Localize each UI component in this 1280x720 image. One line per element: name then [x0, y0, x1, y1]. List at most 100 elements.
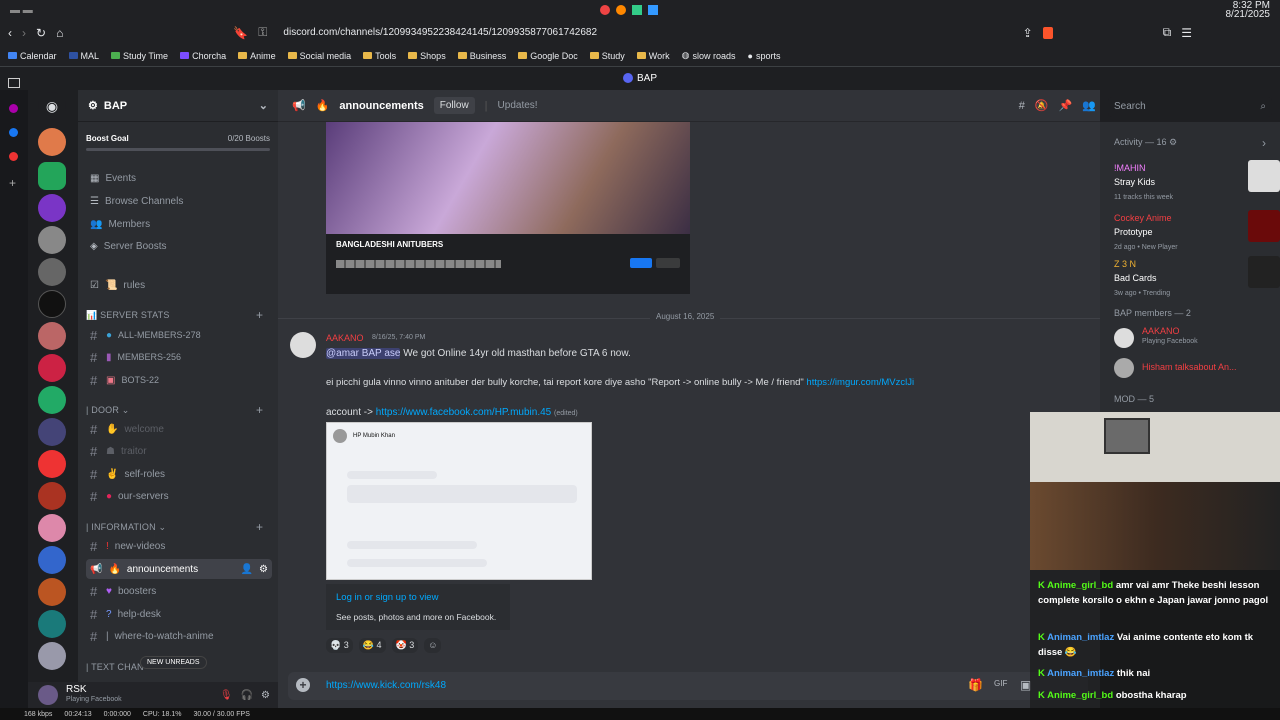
bookmark-tools[interactable]: Tools — [363, 51, 396, 61]
headphones-icon[interactable]: 🎧 — [241, 690, 253, 701]
server-icon[interactable] — [38, 226, 66, 254]
server-header[interactable]: ⚙ BAP ⌄ — [78, 90, 278, 122]
opera-icon[interactable] — [9, 152, 18, 161]
gift-icon[interactable]: 🎁 — [968, 678, 983, 692]
add-reaction-icon[interactable]: ☺ — [424, 638, 442, 653]
server-icon[interactable] — [38, 514, 66, 542]
add-channel-icon[interactable]: + — [256, 308, 263, 322]
category-server-stats[interactable]: 📊 SERVER STATS — [86, 310, 170, 321]
member-item[interactable]: Hisham talksabout An... — [1114, 356, 1274, 380]
share-icon[interactable]: ⇪ — [1023, 26, 1033, 40]
facebook-embed[interactable]: Log in or sign up to view See posts, pho… — [326, 584, 510, 630]
upload-icon[interactable]: + — [296, 678, 310, 692]
facebook-link[interactable]: https://www.facebook.com/HP.mubin.45 — [376, 407, 551, 418]
nav-members[interactable]: 👥 Members — [86, 214, 272, 234]
server-icon[interactable] — [38, 642, 66, 670]
gif-icon[interactable]: GIF — [994, 679, 1007, 688]
activity-card[interactable]: Cockey Anime Prototype 2d ago • New Play… — [1114, 210, 1280, 251]
sidebar-toggle-icon[interactable] — [8, 78, 20, 88]
bookmark-anime[interactable]: Anime — [238, 51, 276, 61]
bookmark-icon[interactable]: 🔖 — [233, 26, 248, 40]
channel-all-members[interactable]: # ● ALL-MEMBERS-278 — [86, 325, 272, 345]
follow-button[interactable]: Follow — [433, 97, 475, 114]
bookmark-calendar[interactable]: Calendar — [8, 51, 57, 61]
channel-members-count[interactable]: # ▮ MEMBERS-256 — [86, 347, 272, 367]
screenshot-attachment[interactable]: HP Mubin Khan — [326, 422, 592, 580]
server-icon[interactable] — [38, 194, 66, 222]
bookmark-mal[interactable]: MAL — [68, 51, 99, 61]
share-button[interactable] — [656, 258, 680, 268]
server-icon[interactable] — [38, 546, 66, 574]
message-author[interactable]: AAKANO — [326, 333, 364, 343]
member-list-icon[interactable]: 👥 — [1082, 99, 1096, 112]
avatar[interactable] — [38, 685, 58, 705]
nav-server-boosts[interactable]: ◈ Server Boosts — [86, 236, 272, 256]
facebook-icon[interactable] — [9, 128, 18, 137]
join-button[interactable] — [630, 258, 652, 268]
brave-shield-icon[interactable] — [1042, 26, 1053, 39]
imgur-link[interactable]: https://imgur.com/MVzclJi — [806, 377, 914, 388]
reaction[interactable]: 🤡 3 — [391, 638, 419, 653]
add-channel-icon[interactable]: + — [256, 403, 263, 417]
bookmark-google-doc[interactable]: Google Doc — [518, 51, 578, 61]
boost-goal[interactable]: Boost Goal 0/20 Boosts — [86, 134, 270, 143]
activity-card[interactable]: !MAHIN Stray Kids 11 tracks this week — [1114, 160, 1280, 201]
channel-where-to-watch[interactable]: # | where-to-watch-anime — [86, 626, 272, 646]
bookmark-chorcha[interactable]: Chorcha — [180, 51, 226, 61]
threads-icon[interactable]: # — [1019, 100, 1025, 112]
add-channel-icon[interactable]: + — [256, 520, 263, 534]
notification-icon[interactable]: 🔕 — [1035, 99, 1049, 112]
mention[interactable]: @amar BAP ase — [326, 348, 401, 359]
channel-self-roles[interactable]: # ✌ self-roles — [86, 464, 272, 484]
member-item[interactable]: AAKANO Playing Facebook — [1114, 326, 1274, 350]
forward-icon[interactable]: › — [22, 26, 26, 40]
group-embed[interactable]: BANGLADESHI ANITUBERS — [326, 234, 690, 294]
channel-help-desk[interactable]: #? help-desk — [86, 604, 272, 624]
app-icon-blue[interactable] — [648, 5, 659, 15]
bookmark-business[interactable]: Business — [457, 51, 506, 61]
server-icon[interactable] — [38, 450, 66, 478]
category-text-channels[interactable]: | TEXT CHAN — [86, 662, 144, 672]
bookmark-study-time[interactable]: Study Time — [111, 51, 168, 61]
channel-traitor[interactable]: # ☗ traitor — [86, 441, 272, 461]
nav-events[interactable]: ▦ Events — [86, 168, 272, 188]
channel-announcements[interactable]: 📢 🔥 announcements 👤 ⚙ — [86, 559, 272, 579]
messenger-icon[interactable] — [9, 104, 18, 113]
settings-icon[interactable]: ⚙ — [261, 690, 270, 701]
channel-new-videos[interactable]: #! new-videos — [86, 536, 272, 556]
bookmark-shops[interactable]: Shops — [408, 51, 446, 61]
server-icon[interactable] — [38, 418, 66, 446]
new-unreads-pill[interactable]: NEW UNREADS — [140, 656, 207, 669]
menu-icon[interactable]: ☰ — [1181, 26, 1192, 40]
nav-browse-channels[interactable]: ☰ Browse Channels — [86, 191, 272, 211]
extensions-icon[interactable]: ⧉ — [1163, 25, 1172, 40]
category-information[interactable]: | INFORMATION ⌄ — [86, 522, 166, 533]
server-icon[interactable] — [38, 354, 66, 382]
bookmark-study[interactable]: Study — [589, 51, 625, 61]
server-icon[interactable] — [38, 578, 66, 606]
message-composer[interactable]: + https://www.kick.com/rsk48 🎁 GIF ▣ — [288, 672, 1088, 700]
home-icon[interactable]: ⌂ — [56, 26, 63, 40]
bookmark-sports[interactable]: ● sports — [748, 51, 781, 61]
add-icon[interactable]: + — [9, 176, 16, 190]
discord-home-icon[interactable]: ◉ — [38, 92, 66, 120]
app-icon-orange[interactable] — [616, 5, 627, 15]
bookmark-work[interactable]: Work — [636, 51, 670, 61]
bookmark-slow-roads[interactable]: ◍ slow roads — [682, 50, 736, 61]
channel-welcome[interactable]: # ✋ welcome — [86, 419, 272, 439]
app-icon-green[interactable] — [632, 5, 643, 15]
server-icon[interactable] — [38, 386, 66, 414]
app-icon-red[interactable] — [600, 5, 611, 15]
server-icon[interactable] — [38, 162, 66, 190]
activity-header[interactable]: Activity — 16 ⚙ — [1114, 137, 1177, 148]
chevron-right-icon[interactable]: › — [1262, 136, 1266, 150]
avatar[interactable] — [290, 332, 316, 358]
fb-login-link[interactable]: Log in or sign up to view — [336, 592, 438, 603]
search-input[interactable]: Search ⌕ — [1108, 97, 1272, 117]
server-icon[interactable] — [38, 128, 66, 156]
embed-banner-image[interactable] — [326, 122, 690, 234]
channel-rules[interactable]: ☑ 📜 rules — [86, 275, 272, 295]
reaction[interactable]: 💀 3 — [326, 638, 353, 653]
activity-card[interactable]: Z 3 N Bad Cards 3w ago • Trending — [1114, 256, 1280, 297]
pin-icon[interactable]: 📌 — [1059, 99, 1073, 112]
